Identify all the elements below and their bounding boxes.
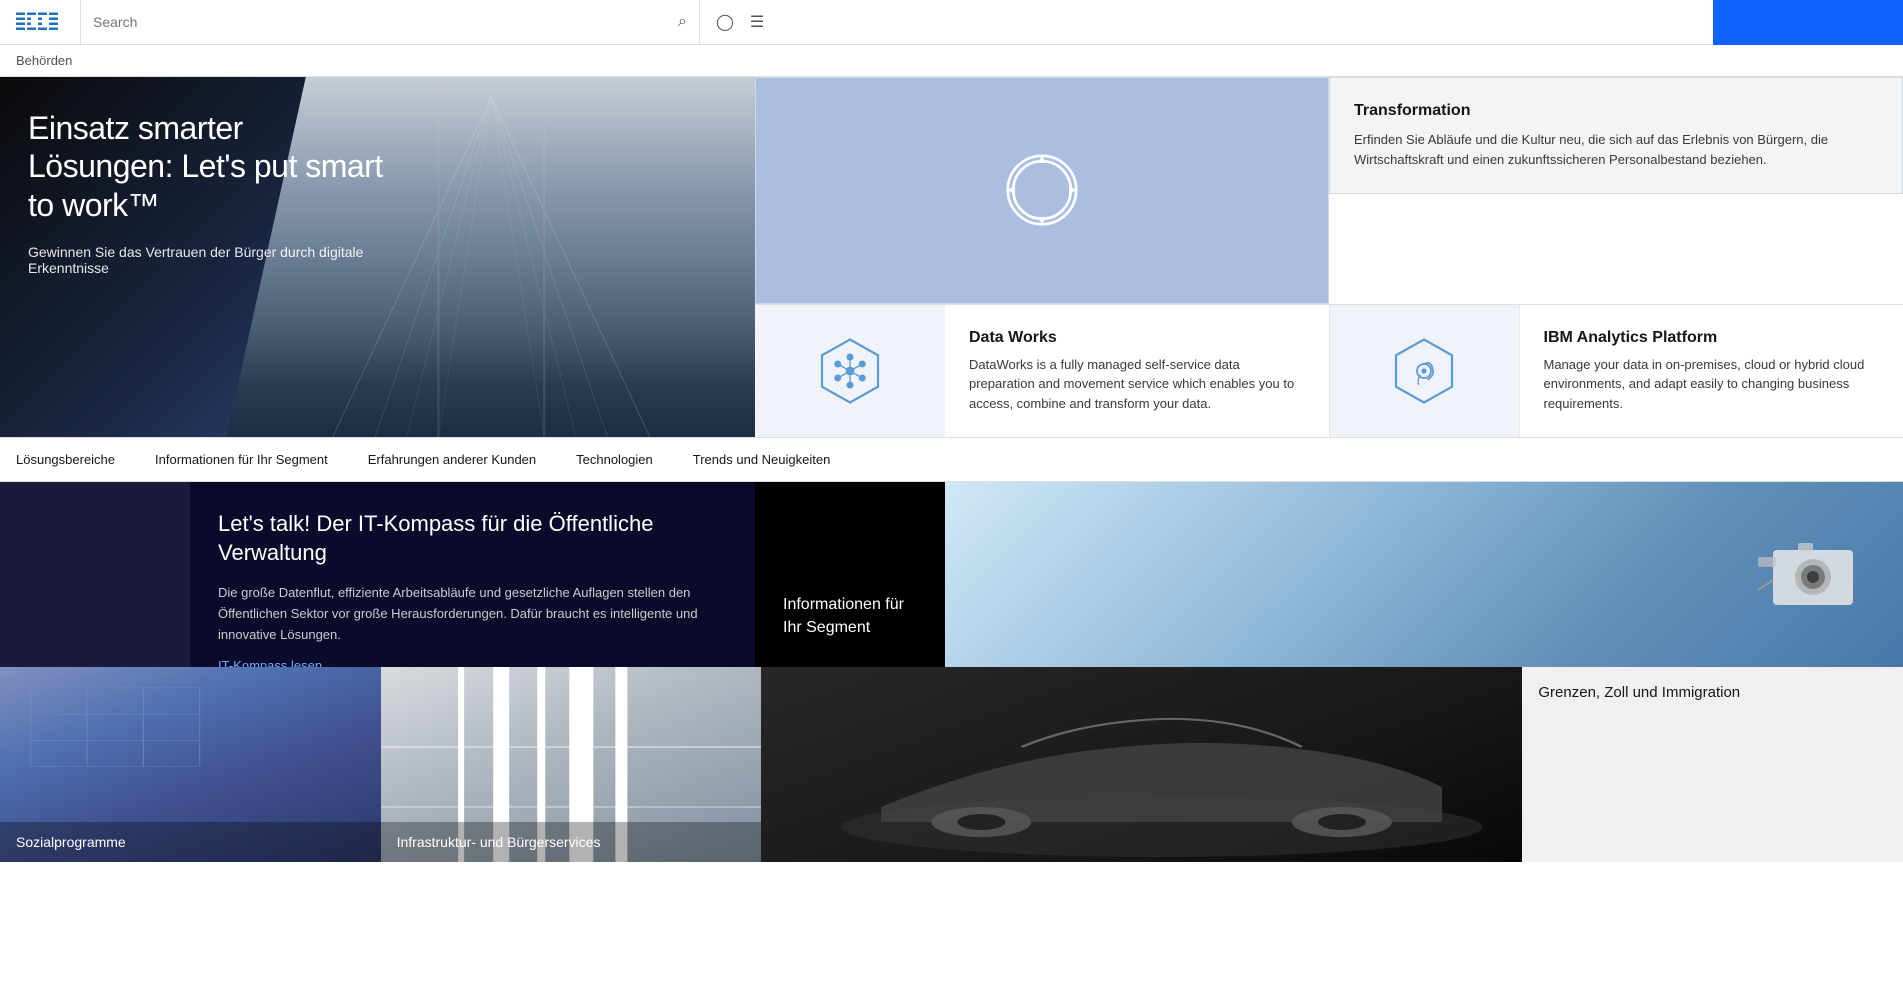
nav-item-technologien[interactable]: Technologien bbox=[576, 452, 653, 467]
breadcrumb: Behörden bbox=[0, 45, 1903, 77]
header-blue-bar bbox=[1713, 0, 1903, 45]
grenzen-title: Grenzen, Zoll und Immigration bbox=[1538, 683, 1740, 703]
infra-card[interactable]: Infrastruktur- und Bürgerservices bbox=[381, 667, 762, 862]
analytics-icon-area bbox=[1329, 305, 1519, 438]
it-kompass-title: Let's talk! Der IT-Kompass für die Öffen… bbox=[218, 510, 727, 567]
transformation-cycle-icon bbox=[997, 145, 1087, 235]
dataworks-hex-icon bbox=[815, 336, 885, 406]
nav-item-segment[interactable]: Informationen für Ihr Segment bbox=[155, 452, 328, 467]
camera-background bbox=[945, 482, 1903, 667]
dataworks-text-area: Data Works DataWorks is a fully managed … bbox=[945, 305, 1329, 438]
it-kompass-card: Let's talk! Der IT-Kompass für die Öffen… bbox=[190, 482, 755, 667]
analytics-text-area: IBM Analytics Platform Manage your data … bbox=[1519, 305, 1903, 438]
hero-image-left: Einsatz smarter Lösungen: Let's put smar… bbox=[0, 77, 755, 437]
camera-visual-icon bbox=[1753, 515, 1873, 635]
nav-item-trends[interactable]: Trends und Neuigkeiten bbox=[693, 452, 831, 467]
menu-icon[interactable]: ☰ bbox=[750, 12, 764, 32]
content-left-spacer bbox=[0, 482, 190, 667]
sozial-card[interactable]: Sozialprogramme bbox=[0, 667, 381, 862]
dataworks-desc: DataWorks is a fully managed self-servic… bbox=[969, 355, 1305, 414]
logo-area bbox=[0, 12, 80, 32]
grenzen-card[interactable]: Grenzen, Zoll und Immigration bbox=[1522, 667, 1903, 862]
search-bar[interactable]: ⌕ bbox=[80, 0, 700, 44]
hero-section: Einsatz smarter Lösungen: Let's put smar… bbox=[0, 77, 1903, 437]
ibm-logo-icon bbox=[16, 12, 64, 32]
dataworks-icon-area bbox=[755, 305, 945, 438]
search-icon: ⌕ bbox=[678, 13, 687, 31]
hero-title: Einsatz smarter Lösungen: Let's put smar… bbox=[28, 109, 392, 224]
transformation-desc: Erfinden Sie Abläufe und die Kultur neu,… bbox=[1354, 130, 1878, 169]
transformation-icon-card bbox=[755, 77, 1329, 304]
auto-card[interactable] bbox=[761, 667, 1522, 862]
content-section: Let's talk! Der IT-Kompass für die Öffen… bbox=[0, 482, 1903, 667]
analytics-desc: Manage your data in on-premises, cloud o… bbox=[1544, 355, 1880, 414]
analytics-hex-icon bbox=[1389, 336, 1459, 406]
dataworks-title: Data Works bbox=[969, 329, 1305, 347]
hero-text-block: Einsatz smarter Lösungen: Let's put smar… bbox=[0, 77, 420, 308]
nav-item-loesungen[interactable]: Lösungsbereiche bbox=[16, 452, 115, 467]
infra-label: Infrastruktur- und Bürgerservices bbox=[381, 822, 762, 862]
segment-card[interactable]: Informationen für Ihr Segment bbox=[755, 482, 945, 667]
nav-bar: Lösungsbereiche Informationen für Ihr Se… bbox=[0, 437, 1903, 482]
nav-item-erfahrungen[interactable]: Erfahrungen anderer Kunden bbox=[368, 452, 536, 467]
sozial-label: Sozialprogramme bbox=[0, 822, 381, 862]
camera-card bbox=[945, 482, 1903, 667]
user-icon[interactable]: ◯ bbox=[716, 12, 734, 32]
analytics-title: IBM Analytics Platform bbox=[1544, 329, 1880, 347]
hero-subtitle: Gewinnen Sie das Vertrauen der Bürger du… bbox=[28, 244, 392, 276]
hero-right-cards: Transformation Erfinden Sie Abläufe und … bbox=[755, 77, 1903, 437]
transformation-text-card: Transformation Erfinden Sie Abläufe und … bbox=[1329, 77, 1903, 194]
header-icons-group: ◯ ☰ bbox=[700, 12, 780, 32]
auto-background bbox=[761, 667, 1522, 862]
it-kompass-desc: Die große Datenflut, effiziente Arbeitsa… bbox=[218, 583, 727, 645]
segment-title: Informationen für Ihr Segment bbox=[783, 594, 917, 639]
search-input[interactable] bbox=[93, 14, 670, 30]
transformation-title: Transformation bbox=[1354, 102, 1878, 120]
header: ⌕ ◯ ☰ bbox=[0, 0, 1903, 45]
bottom-section: Sozialprogramme Infrastruktur- und Bürge… bbox=[0, 667, 1903, 862]
